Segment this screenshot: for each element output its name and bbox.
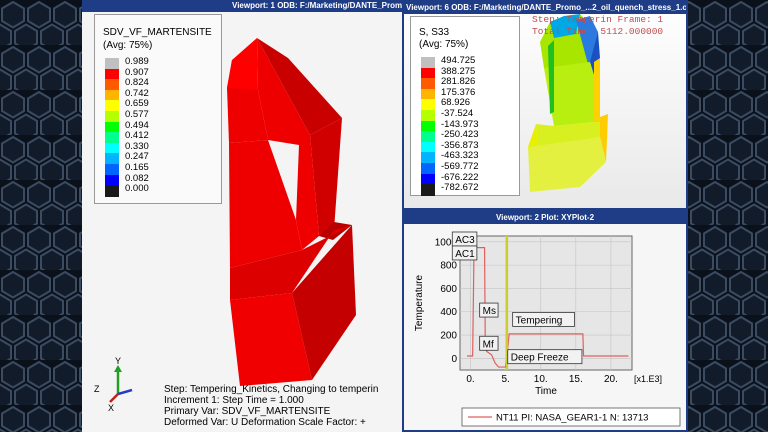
x-tick-label: 5. bbox=[501, 374, 509, 385]
step-line-3: Primary Var: SDV_VF_MARTENSITE bbox=[164, 406, 331, 417]
viewport-1[interactable]: Viewport: 1 ODB: F:/Marketing/DANTE_Prom… bbox=[82, 0, 402, 432]
y-axis-label: Temperature bbox=[414, 274, 425, 331]
x-tick-label: 0. bbox=[466, 374, 474, 385]
step-line-1: Step: Tempering_Kinetics, Changing to te… bbox=[164, 384, 379, 395]
x-tick-label: 20. bbox=[604, 374, 618, 385]
triad-y-label: Y bbox=[115, 356, 121, 366]
x-tick-label: 15. bbox=[569, 374, 583, 385]
x-multiplier-label: [x1.E3] bbox=[634, 374, 662, 384]
temperature-xy-plot[interactable]: 0. 5. 10. 15. 20.02004006008001000[x1.E3]Tim… bbox=[404, 224, 686, 430]
y-tick-label: 200 bbox=[440, 331, 457, 342]
ac3-annotation: AC3 bbox=[455, 235, 475, 246]
mf-annotation: Mf bbox=[483, 339, 494, 350]
triad-x-label: X bbox=[108, 403, 114, 412]
viewport-2[interactable]: Viewport: 2 Plot: XYPlot-2 0. 5. 10. 15. 20.… bbox=[402, 210, 688, 432]
ms-annotation: Ms bbox=[483, 306, 496, 317]
step-line-4: Deformed Var: U Deformation Scale Factor… bbox=[164, 417, 366, 428]
y-tick-label: 600 bbox=[440, 284, 457, 295]
ac1-annotation: AC1 bbox=[455, 249, 475, 260]
legend-entry: NT11 PI: NASA_GEAR1-1 N: 13713 bbox=[496, 413, 648, 424]
x-tick-label: 10. bbox=[534, 374, 548, 385]
y-tick-label: 400 bbox=[440, 307, 457, 318]
step-line-2: Increment 1: Step Time = 1.000 bbox=[164, 395, 304, 406]
viewport-6[interactable]: Viewport: 6 ODB: F:/Marketing/DANTE_Prom… bbox=[402, 0, 688, 210]
x-axis-label: Time bbox=[535, 386, 557, 397]
step-frame-text: Step: Temperin Frame: 1 bbox=[532, 14, 664, 25]
y-tick-label: 800 bbox=[440, 261, 457, 272]
axis-triad: Y Z X bbox=[94, 356, 133, 412]
triad-z-label: Z bbox=[94, 384, 100, 394]
y-tick-label: 0 bbox=[451, 354, 457, 365]
viewport-2-titlebar[interactable]: Viewport: 2 Plot: XYPlot-2 bbox=[404, 212, 686, 224]
step-info: Step: Tempering_Kinetics, Changing to te… bbox=[164, 384, 378, 428]
deep-freeze-annotation: Deep Freeze bbox=[511, 353, 569, 364]
total-time-text: Total Time: 5112.000000 bbox=[532, 26, 664, 37]
tempering-annotation: Tempering bbox=[516, 315, 563, 326]
